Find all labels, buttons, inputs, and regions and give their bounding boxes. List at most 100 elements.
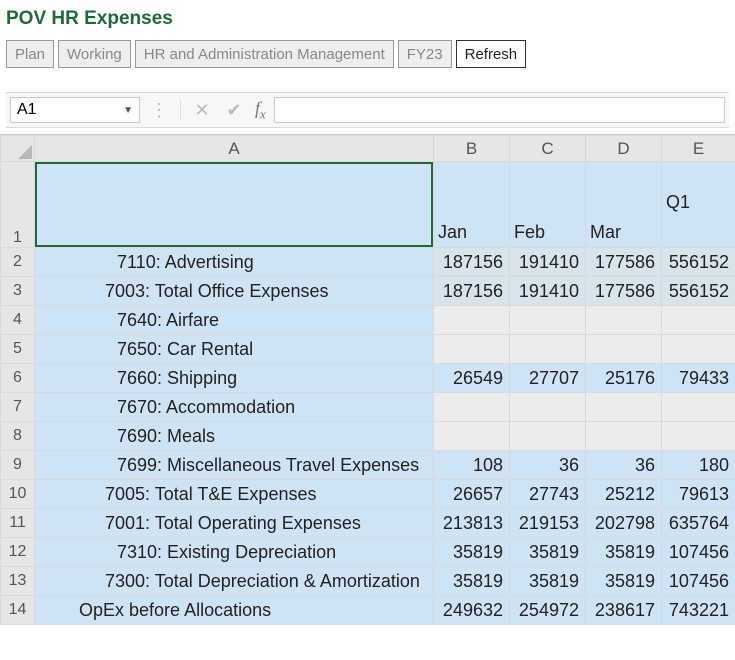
row-header[interactable]: 1 (1, 162, 35, 248)
data-cell[interactable]: 107456 (662, 538, 735, 567)
data-cell[interactable]: 202798 (586, 509, 662, 538)
data-cell[interactable]: 249632 (434, 596, 510, 625)
account-cell[interactable]: 7001: Total Operating Expenses (35, 509, 434, 538)
account-cell[interactable]: OpEx before Allocations (35, 596, 434, 625)
data-cell[interactable] (510, 422, 586, 451)
cell-B1[interactable]: Jan (434, 162, 510, 248)
data-cell[interactable]: 180 (662, 451, 735, 480)
data-cell[interactable]: 25212 (586, 480, 662, 509)
account-cell[interactable]: 7670: Accommodation (35, 393, 434, 422)
row-header[interactable]: 8 (1, 422, 35, 451)
data-cell[interactable] (586, 335, 662, 364)
account-cell[interactable]: 7003: Total Office Expenses (35, 277, 434, 306)
data-cell[interactable]: 26549 (434, 364, 510, 393)
data-cell[interactable]: 26657 (434, 480, 510, 509)
account-cell[interactable]: 7640: Airfare (35, 306, 434, 335)
data-cell[interactable]: 743221 (662, 596, 735, 625)
select-all-corner[interactable] (1, 136, 35, 162)
row-header[interactable]: 11 (1, 509, 35, 538)
pov-plan-button[interactable]: Plan (6, 40, 54, 68)
account-cell[interactable]: 7310: Existing Depreciation (35, 538, 434, 567)
row-header[interactable]: 3 (1, 277, 35, 306)
pov-dept-button[interactable]: HR and Administration Management (135, 40, 394, 68)
data-cell[interactable] (434, 335, 510, 364)
col-header-A[interactable]: A (35, 136, 434, 162)
confirm-icon[interactable]: ✔ (223, 100, 245, 121)
data-cell[interactable] (510, 335, 586, 364)
row-header[interactable]: 13 (1, 567, 35, 596)
data-cell[interactable]: 79613 (662, 480, 735, 509)
data-cell[interactable]: 107456 (662, 567, 735, 596)
data-cell[interactable]: 35819 (434, 567, 510, 596)
data-cell[interactable] (586, 306, 662, 335)
row-header[interactable]: 2 (1, 248, 35, 277)
fx-icon[interactable]: fx (255, 98, 266, 123)
data-cell[interactable] (434, 422, 510, 451)
pov-working-button[interactable]: Working (58, 40, 131, 68)
col-header-B[interactable]: B (434, 136, 510, 162)
data-cell[interactable] (434, 393, 510, 422)
data-cell[interactable]: 213813 (434, 509, 510, 538)
data-cell[interactable]: 238617 (586, 596, 662, 625)
row-header[interactable]: 5 (1, 335, 35, 364)
account-cell[interactable]: 7005: Total T&E Expenses (35, 480, 434, 509)
data-cell[interactable] (586, 393, 662, 422)
account-cell[interactable]: 7300: Total Depreciation & Amortization (35, 567, 434, 596)
refresh-button[interactable]: Refresh (456, 40, 527, 68)
spreadsheet-grid[interactable]: A B C D E 1 Jan Feb Mar Q1 27110: Advert… (0, 134, 735, 625)
data-cell[interactable] (662, 306, 735, 335)
data-cell[interactable] (662, 393, 735, 422)
cell-D1[interactable]: Mar (586, 162, 662, 248)
row-header[interactable]: 14 (1, 596, 35, 625)
data-cell[interactable]: 187156 (434, 277, 510, 306)
data-cell[interactable]: 25176 (586, 364, 662, 393)
data-cell[interactable]: 556152 (662, 277, 735, 306)
row-header[interactable]: 10 (1, 480, 35, 509)
data-cell[interactable] (662, 422, 735, 451)
data-cell[interactable]: 79433 (662, 364, 735, 393)
col-header-E[interactable]: E (662, 136, 735, 162)
data-cell[interactable]: 36 (510, 451, 586, 480)
data-cell[interactable]: 219153 (510, 509, 586, 538)
account-cell[interactable]: 7699: Miscellaneous Travel Expenses (35, 451, 434, 480)
account-cell[interactable]: 7650: Car Rental (35, 335, 434, 364)
data-cell[interactable]: 35819 (586, 567, 662, 596)
data-cell[interactable]: 635764 (662, 509, 735, 538)
col-header-C[interactable]: C (510, 136, 586, 162)
row-header[interactable]: 12 (1, 538, 35, 567)
data-cell[interactable] (434, 306, 510, 335)
data-cell[interactable]: 36 (586, 451, 662, 480)
name-box[interactable]: A1 ▼ (10, 97, 140, 123)
data-cell[interactable]: 177586 (586, 248, 662, 277)
cell-A1[interactable] (35, 162, 434, 248)
cancel-icon[interactable]: ✕ (191, 100, 213, 121)
data-cell[interactable] (586, 422, 662, 451)
data-cell[interactable] (510, 393, 586, 422)
data-cell[interactable] (510, 306, 586, 335)
pov-year-button[interactable]: FY23 (398, 40, 452, 68)
more-vert-icon[interactable]: ⋮ (148, 100, 170, 121)
data-cell[interactable]: 27707 (510, 364, 586, 393)
data-cell[interactable] (662, 335, 735, 364)
data-cell[interactable]: 254972 (510, 596, 586, 625)
data-cell[interactable]: 187156 (434, 248, 510, 277)
data-cell[interactable]: 35819 (510, 567, 586, 596)
cell-C1[interactable]: Feb (510, 162, 586, 248)
account-cell[interactable]: 7110: Advertising (35, 248, 434, 277)
account-cell[interactable]: 7660: Shipping (35, 364, 434, 393)
row-header[interactable]: 6 (1, 364, 35, 393)
data-cell[interactable]: 27743 (510, 480, 586, 509)
account-cell[interactable]: 7690: Meals (35, 422, 434, 451)
data-cell[interactable]: 556152 (662, 248, 735, 277)
data-cell[interactable]: 177586 (586, 277, 662, 306)
cell-E1[interactable]: Q1 (662, 162, 735, 248)
data-cell[interactable]: 191410 (510, 248, 586, 277)
row-header[interactable]: 4 (1, 306, 35, 335)
data-cell[interactable]: 35819 (586, 538, 662, 567)
row-header[interactable]: 9 (1, 451, 35, 480)
row-header[interactable]: 7 (1, 393, 35, 422)
data-cell[interactable]: 108 (434, 451, 510, 480)
data-cell[interactable]: 35819 (510, 538, 586, 567)
data-cell[interactable]: 35819 (434, 538, 510, 567)
data-cell[interactable]: 191410 (510, 277, 586, 306)
